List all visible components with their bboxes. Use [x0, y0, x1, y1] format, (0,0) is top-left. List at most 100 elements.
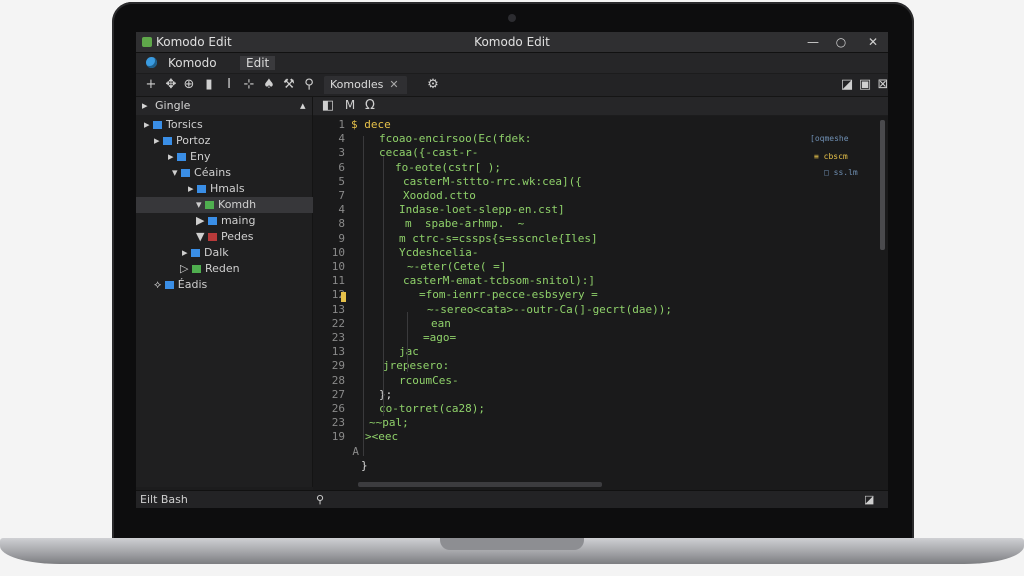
code-editor[interactable]: 1 4 3 6 5 7 4 8 9 10 10 11 12 13 22 23 13 29 28 27 26 23 19 A $…: [313, 116, 888, 490]
code-line[interactable]: }: [361, 459, 368, 472]
folder-icon: [197, 185, 207, 193]
code-line[interactable]: casterM-sttto-rrc.wk:cea]({: [403, 175, 582, 188]
code-line[interactable]: fo-eote(cstr[ );: [395, 161, 501, 174]
tree-arrow-icon[interactable]: ▶: [196, 214, 208, 227]
tree-arrow-icon[interactable]: ▸: [182, 246, 191, 259]
code-line[interactable]: casterM-emat-tcbsom-snitol):]: [403, 274, 595, 287]
folder-icon: [181, 169, 191, 177]
panel-icon[interactable]: ◪: [840, 77, 854, 92]
tree-arrow-icon[interactable]: ▸: [144, 118, 153, 131]
code-line[interactable]: ~-sereo<cata>--outr-Ca(]-gecrt(dae));: [427, 303, 672, 316]
code-line[interactable]: cecaa({-cast-r-: [379, 146, 478, 159]
code-line[interactable]: ean: [431, 317, 451, 330]
code-line[interactable]: m spabe-arhmp. ~: [405, 217, 524, 230]
maximize-button[interactable]: ○: [832, 34, 850, 50]
plus-icon[interactable]: +: [144, 77, 158, 92]
tree-arrow-icon[interactable]: ▸: [188, 182, 197, 195]
tab-komodles[interactable]: Komodles ✕: [324, 76, 407, 94]
app-window: Komodo Edit Komodo Edit — ○ ✕ Komodo Edi…: [136, 32, 888, 508]
move-icon[interactable]: ✥: [164, 77, 178, 92]
laptop-notch: [440, 538, 584, 550]
line-number: 5: [338, 174, 345, 188]
tab-close-icon[interactable]: ✕: [389, 78, 398, 91]
line-number: 10: [331, 260, 345, 273]
folder-icon: [163, 137, 173, 145]
minimap[interactable]: [oqmeshe ≡ cbscm □ ss.lm: [810, 134, 874, 194]
hammer-icon[interactable]: ⚒: [282, 77, 296, 92]
code-line[interactable]: Xoodod.ctto: [403, 189, 476, 202]
sidebar-item-label: maing: [220, 214, 256, 227]
line-number: 29: [331, 359, 345, 373]
status-panel-icon[interactable]: ◪: [864, 491, 874, 508]
tree-arrow-icon[interactable]: ▾: [172, 166, 181, 179]
split-icon[interactable]: ◧: [321, 98, 335, 113]
minimap-line: □ ss.lm: [824, 168, 858, 177]
tree-arrow-icon[interactable]: ⟡: [154, 278, 165, 291]
sidebar-item-label: Eny: [190, 150, 211, 163]
pin-icon[interactable]: ⊹: [242, 77, 256, 92]
sidebar-item-label: Pedes: [220, 230, 254, 243]
tree-arrow-icon[interactable]: ▾: [196, 198, 205, 211]
code-line[interactable]: jrepesero:: [383, 359, 449, 372]
indent-guide: [363, 136, 364, 456]
tree-arrow-icon[interactable]: ▸: [154, 134, 163, 147]
code-line[interactable]: ~-eter(Cete( =]: [407, 260, 506, 273]
code-line[interactable]: ~~pal;: [369, 416, 409, 429]
menu-edit[interactable]: Edit: [240, 56, 276, 70]
line-number: 27: [331, 387, 345, 401]
tool-icon[interactable]: ♠: [262, 77, 276, 92]
line-number: 23: [331, 416, 345, 430]
close-panel-icon[interactable]: ⊠: [876, 77, 888, 92]
arrows-icon[interactable]: ⊕: [182, 77, 196, 92]
sidebar-item[interactable]: ▸ Torsics: [136, 117, 320, 133]
chevron-icon: ▸: [142, 99, 148, 112]
code-line[interactable]: $ dece: [351, 118, 391, 131]
omega-icon[interactable]: Ω: [363, 98, 377, 113]
code-line[interactable]: ><eec: [365, 430, 398, 443]
macro-icon[interactable]: M: [343, 98, 357, 112]
sidebar-header[interactable]: ▸ Gingle ▴: [136, 97, 312, 115]
code-line[interactable]: };: [379, 388, 392, 401]
code-line[interactable]: fcoao-encirsoo(Ec(fdek:: [379, 132, 531, 145]
minimap-line: [oqmeshe: [810, 134, 849, 143]
tree-arrow-icon[interactable]: ▼: [196, 230, 208, 243]
folder-icon: [207, 233, 217, 241]
line-number: 4: [338, 132, 345, 146]
code-line[interactable]: jac: [399, 345, 419, 358]
code-line[interactable]: co-torret(ca28);: [379, 402, 485, 415]
minimap-line: ≡ cbscm: [814, 152, 848, 161]
folder-icon: [191, 249, 201, 257]
line-number: 13: [331, 302, 345, 316]
code-line[interactable]: Indase-loet-slepp-en.cst]: [399, 203, 565, 216]
status-bar: Eilt Bash ⚲ ◪: [136, 490, 888, 508]
app-title: Komodo Edit: [156, 35, 232, 49]
collapse-icon[interactable]: ▴: [300, 97, 306, 115]
horizontal-scrollbar[interactable]: [358, 482, 602, 487]
search-icon[interactable]: ⚲: [316, 491, 324, 508]
breakpoint-marker[interactable]: [341, 292, 346, 302]
gear-icon[interactable]: ⚙: [426, 77, 440, 92]
sidebar-title: Gingle: [155, 99, 191, 112]
menu-komodo[interactable]: Komodo: [162, 56, 223, 70]
code-line[interactable]: m ctrc-s=cssps{s=sscncle{Iles]: [399, 232, 598, 245]
line-number: 11: [331, 274, 345, 288]
close-button[interactable]: ✕: [864, 34, 882, 50]
vertical-scrollbar[interactable]: [880, 120, 885, 250]
cursor-icon[interactable]: I: [222, 77, 236, 92]
clipboard-icon[interactable]: ▮: [202, 77, 216, 92]
code-line[interactable]: =ago=: [423, 331, 456, 344]
code-line[interactable]: Ycdeshcelia-: [399, 246, 478, 259]
code-line[interactable]: =fom-ienrr-pecce-esbsyery =: [419, 288, 598, 301]
code-line[interactable]: rcoumCes-: [399, 374, 459, 387]
minimize-button[interactable]: —: [804, 34, 822, 50]
title-bar: Komodo Edit Komodo Edit — ○ ✕: [136, 32, 888, 53]
sidebar-item[interactable]: ⟡ Éadis: [136, 277, 330, 293]
wrench-icon[interactable]: ⚲: [302, 77, 316, 92]
sidebar-item-label: Dalk: [204, 246, 229, 259]
sidebar-item[interactable]: ▸ Portoz: [136, 133, 330, 149]
layout-icon[interactable]: ▣: [858, 77, 872, 92]
globe-icon[interactable]: [146, 57, 157, 68]
tree-arrow-icon[interactable]: ▸: [168, 150, 177, 163]
tree-arrow-icon[interactable]: ▷: [180, 262, 192, 275]
indent-guide: [407, 312, 408, 372]
